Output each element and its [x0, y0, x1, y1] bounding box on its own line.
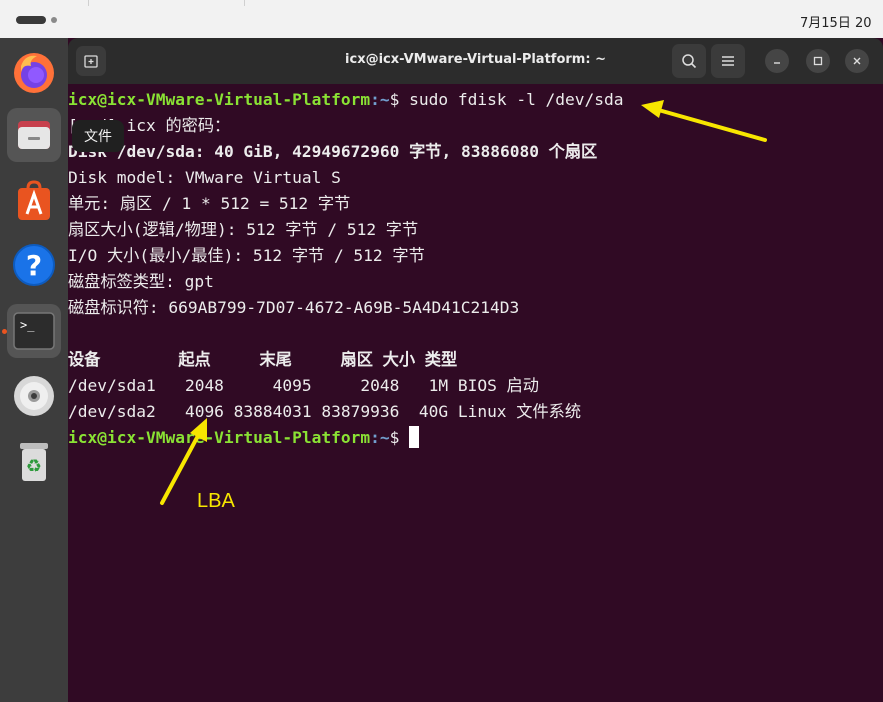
arrow-head-command	[641, 100, 664, 118]
lba-annotation-label: LBA	[197, 490, 235, 512]
arrow-to-lba	[160, 430, 202, 505]
annotation-layer	[160, 100, 767, 505]
arrow-to-command	[653, 107, 767, 142]
